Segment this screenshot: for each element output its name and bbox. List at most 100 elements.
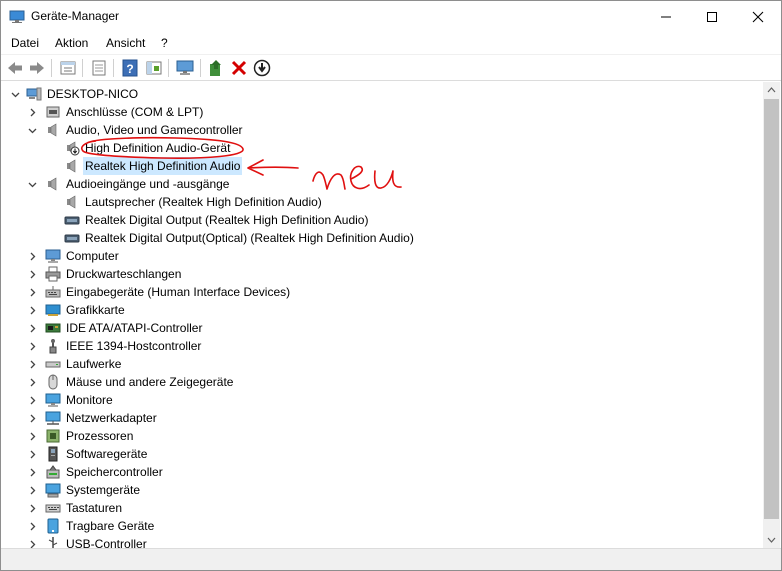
tree-item-label: Softwaregeräte: [66, 447, 148, 461]
collapse-chevron-icon[interactable]: [25, 121, 39, 139]
tree-item-maeuse[interactable]: Mäuse und andere Zeigegeräte: [1, 373, 761, 391]
device-manager-window: Geräte-Manager Datei Aktion Ansicht ? ? …: [0, 0, 782, 571]
tree-item-monitore[interactable]: Monitore: [1, 391, 761, 409]
tree-item-eingabegeraete[interactable]: Eingabegeräte (Human Interface Devices): [1, 283, 761, 301]
tree-item-label: Tastaturen: [66, 501, 123, 515]
device-manager-app-icon: [9, 10, 25, 23]
menu-ansicht[interactable]: Ansicht: [106, 36, 145, 50]
expand-chevron-icon[interactable]: [25, 337, 39, 355]
title-bar[interactable]: Geräte-Manager: [1, 1, 781, 32]
expand-chevron-icon[interactable]: [25, 265, 39, 283]
maximize-button[interactable]: [689, 1, 735, 32]
tree-item-label: USB-Controller: [66, 537, 147, 548]
tree-item-laufwerke[interactable]: Laufwerke: [1, 355, 761, 373]
minimize-button[interactable]: [643, 1, 689, 32]
uninstall-icon[interactable]: [230, 59, 248, 77]
print-icon[interactable]: [90, 59, 108, 77]
expand-chevron-icon[interactable]: [25, 517, 39, 535]
port-icon: [46, 106, 60, 118]
expand-chevron-icon[interactable]: [25, 427, 39, 445]
tree-item-digital-output[interactable]: Realtek Digital Output (Realtek High Def…: [1, 211, 761, 229]
expand-chevron-icon[interactable]: [25, 463, 39, 481]
tree-item-usb-controller[interactable]: USB-Controller: [1, 535, 761, 548]
update-driver-icon[interactable]: [207, 59, 225, 77]
speaker-icon: [67, 159, 76, 173]
menu-datei[interactable]: Datei: [11, 36, 39, 50]
network-adapter-icon: [45, 411, 61, 425]
tree-item-netzwerkadapter[interactable]: Netzwerkadapter: [1, 409, 761, 427]
menu-aktion[interactable]: Aktion: [55, 36, 88, 50]
scroll-up-button[interactable]: [763, 82, 780, 99]
tree-item-label: Druckwarteschlangen: [66, 267, 182, 281]
tree-item-prozessoren[interactable]: Prozessoren: [1, 427, 761, 445]
tree-root[interactable]: DESKTOP-NICO: [1, 85, 761, 103]
expand-chevron-icon[interactable]: [25, 355, 39, 373]
expand-chevron-icon[interactable]: [25, 409, 39, 427]
scroll-down-button[interactable]: [763, 531, 780, 548]
tree-item-tastaturen[interactable]: Tastaturen: [1, 499, 761, 517]
menu-help[interactable]: ?: [161, 36, 168, 50]
tree-item-label: Systemgeräte: [66, 483, 141, 497]
tree-item-lautsprecher[interactable]: Lautsprecher (Realtek High Definition Au…: [1, 193, 761, 211]
computer-icon: [45, 249, 61, 263]
expand-chevron-icon[interactable]: [25, 247, 39, 265]
expand-chevron-icon[interactable]: [25, 535, 39, 548]
tree-item-anschluesse[interactable]: Anschlüsse (COM & LPT): [1, 103, 761, 121]
svg-text:?: ?: [126, 62, 133, 76]
properties-view-icon[interactable]: [59, 59, 77, 77]
back-icon[interactable]: [6, 59, 24, 77]
tree-item-audio-video[interactable]: Audio, Video und Gamecontroller: [1, 121, 761, 139]
digital-output-icon: [64, 216, 80, 225]
expand-chevron-icon[interactable]: [25, 499, 39, 517]
expand-chevron-icon[interactable]: [25, 301, 39, 319]
tree-item-label: Anschlüsse (COM & LPT): [66, 105, 204, 119]
scroll-thumb[interactable]: [764, 99, 779, 519]
tree-item-audio-io[interactable]: Audioeingänge und -ausgänge: [1, 175, 761, 193]
tree-item-ide-controller[interactable]: IDE ATA/ATAPI-Controller: [1, 319, 761, 337]
tree-item-speichercontroller[interactable]: Speichercontroller: [1, 463, 761, 481]
tree-item-druckwarteschlangen[interactable]: Druckwarteschlangen: [1, 265, 761, 283]
tree-item-label: Audioeingänge und -ausgänge: [66, 177, 230, 191]
tree-item-realtek-hd-audio[interactable]: Realtek High Definition Audio: [1, 157, 761, 175]
expand-chevron-icon[interactable]: [25, 391, 39, 409]
ieee1394-icon: [49, 339, 57, 354]
tree-item-label: Monitore: [66, 393, 113, 407]
processor-icon: [46, 429, 60, 443]
tree-item-systemgeraete[interactable]: Systemgeräte: [1, 481, 761, 499]
collapse-chevron-icon[interactable]: [8, 85, 22, 103]
tree-item-label: Audio, Video und Gamecontroller: [66, 123, 243, 137]
tree-item-softwaregeraete[interactable]: Softwaregeräte: [1, 445, 761, 463]
usb-icon: [48, 537, 58, 548]
speaker-download-icon: [67, 141, 80, 156]
collapse-chevron-icon[interactable]: [25, 175, 39, 193]
vertical-scrollbar[interactable]: [763, 82, 780, 548]
expand-chevron-icon[interactable]: [25, 103, 39, 121]
portable-device-icon: [47, 518, 59, 534]
expand-chevron-icon[interactable]: [25, 319, 39, 337]
tree-item-label: Realtek High Definition Audio: [83, 157, 243, 175]
disable-icon[interactable]: [253, 59, 271, 77]
close-button[interactable]: [735, 1, 781, 32]
expand-chevron-icon[interactable]: [25, 445, 39, 463]
system-devices-icon: [45, 483, 61, 498]
tree-item-tragbare-geraete[interactable]: Tragbare Geräte: [1, 517, 761, 535]
tree-item-label: Mäuse und andere Zeigegeräte: [66, 375, 234, 389]
tree-item-digital-output-optical[interactable]: Realtek Digital Output(Optical) (Realtek…: [1, 229, 761, 247]
scroll-down-icon: [767, 537, 776, 543]
tree-item-grafikkarte[interactable]: Grafikkarte: [1, 301, 761, 319]
expand-chevron-icon[interactable]: [25, 481, 39, 499]
tree-item-label: Realtek Digital Output (Realtek High Def…: [85, 213, 369, 227]
forward-icon[interactable]: [28, 59, 46, 77]
console-tree-icon[interactable]: [145, 59, 163, 77]
help-icon[interactable]: ?: [121, 59, 139, 77]
tree-item-hd-audio-device[interactable]: High Definition Audio-Gerät: [1, 139, 761, 157]
expand-chevron-icon[interactable]: [25, 283, 39, 301]
tree-item-computer[interactable]: Computer: [1, 247, 761, 265]
scroll-up-icon: [767, 87, 776, 93]
storage-controller-icon: [46, 465, 60, 479]
scan-hardware-icon[interactable]: [176, 59, 194, 77]
expand-chevron-icon[interactable]: [25, 373, 39, 391]
tree-item-ieee1394[interactable]: IEEE 1394-Hostcontroller: [1, 337, 761, 355]
speaker-icon: [48, 123, 57, 137]
printer-icon: [45, 266, 61, 282]
